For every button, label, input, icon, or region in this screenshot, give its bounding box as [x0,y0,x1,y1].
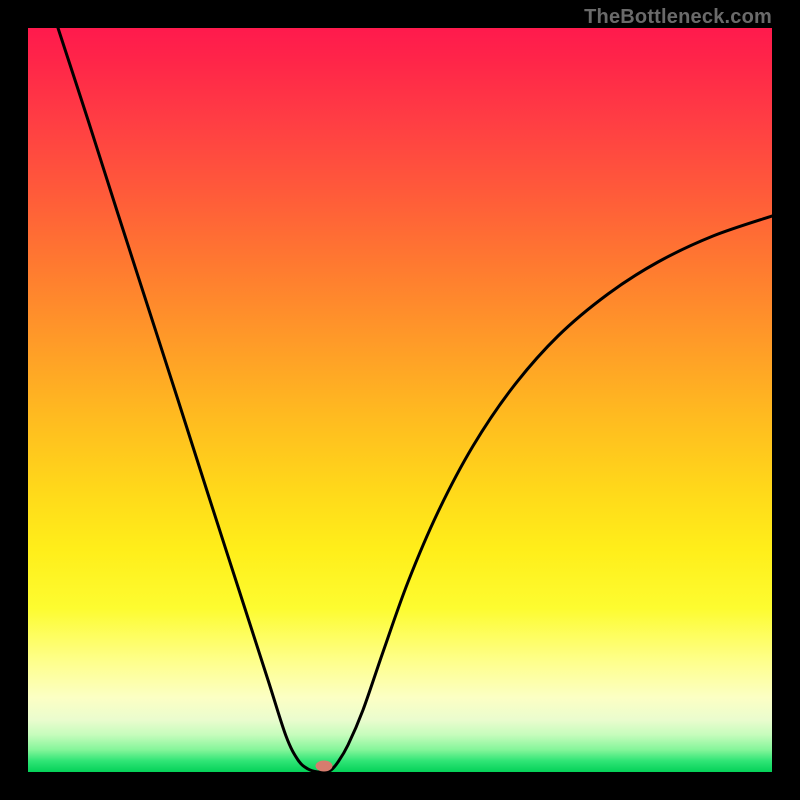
watermark-text: TheBottleneck.com [584,6,772,29]
chart-frame: TheBottleneck.com [0,0,800,800]
plot-area [28,28,772,772]
chart-svg [28,28,772,772]
bottleneck-curve [58,28,772,772]
minimum-marker [316,761,333,772]
